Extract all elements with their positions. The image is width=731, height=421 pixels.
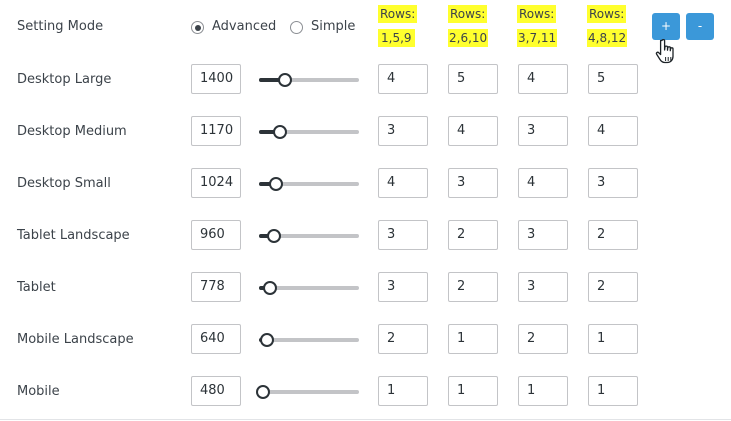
- column-header-2-rows-wrap: 2,6,10: [448, 29, 489, 47]
- column-header-3-rows-wrap: 3,7,11: [517, 29, 558, 47]
- columns-count-input[interactable]: 4: [378, 168, 428, 198]
- device-label: Desktop Small: [17, 176, 111, 191]
- columns-count-input[interactable]: 1: [588, 324, 638, 354]
- column-header-4-title: Rows:: [587, 5, 627, 23]
- setting-mode-label: Setting Mode: [17, 19, 104, 34]
- device-label: Tablet: [17, 280, 56, 295]
- column-header-1-title: Rows:: [378, 5, 418, 23]
- breakpoint-slider-thumb[interactable]: [259, 333, 274, 347]
- columns-count-input[interactable]: 1: [588, 376, 638, 406]
- device-label: Desktop Large: [17, 72, 112, 87]
- columns-count-input[interactable]: 3: [378, 220, 428, 250]
- radio-selected-dot: [194, 24, 201, 31]
- breakpoint-slider-thumb[interactable]: [256, 385, 270, 399]
- breakpoint-width-input[interactable]: 960: [191, 220, 241, 250]
- breakpoint-slider-track[interactable]: [259, 338, 359, 342]
- device-label: Mobile: [17, 384, 60, 399]
- device-label: Mobile Landscape: [17, 332, 134, 347]
- divider: [0, 419, 731, 420]
- breakpoint-slider-thumb[interactable]: [272, 125, 287, 139]
- breakpoint-slider-thumb[interactable]: [263, 281, 278, 295]
- columns-count-input[interactable]: 4: [518, 64, 568, 94]
- breakpoint-width-input[interactable]: 1024: [191, 168, 241, 198]
- column-header-4-rows-wrap: 4,8,12: [587, 29, 628, 47]
- breakpoint-width-input[interactable]: 640: [191, 324, 241, 354]
- column-header-2: Rows:: [448, 5, 488, 23]
- columns-count-input[interactable]: 4: [448, 116, 498, 146]
- advanced-radio-label[interactable]: Advanced: [212, 19, 276, 35]
- breakpoint-slider-track[interactable]: [259, 390, 359, 394]
- columns-count-input[interactable]: 2: [448, 220, 498, 250]
- simple-radio[interactable]: [290, 21, 303, 34]
- remove-column-button[interactable]: -: [686, 13, 714, 40]
- device-label: Tablet Landscape: [17, 228, 130, 243]
- breakpoint-width-input[interactable]: 1170: [191, 116, 241, 146]
- columns-count-input[interactable]: 3: [378, 272, 428, 302]
- columns-count-input[interactable]: 2: [518, 324, 568, 354]
- columns-count-input[interactable]: 4: [518, 168, 568, 198]
- columns-count-input[interactable]: 2: [588, 220, 638, 250]
- column-header-1-rows: 1,5,9: [378, 29, 415, 47]
- columns-count-input[interactable]: 3: [518, 116, 568, 146]
- columns-count-input[interactable]: 3: [448, 168, 498, 198]
- simple-radio-label[interactable]: Simple: [311, 19, 355, 35]
- breakpoint-slider-thumb[interactable]: [267, 229, 282, 243]
- breakpoint-slider-thumb[interactable]: [269, 177, 283, 191]
- columns-count-input[interactable]: 1: [448, 324, 498, 354]
- columns-count-input[interactable]: 5: [588, 64, 638, 94]
- columns-count-input[interactable]: 3: [588, 168, 638, 198]
- columns-count-input[interactable]: 3: [378, 116, 428, 146]
- device-label: Desktop Medium: [17, 124, 127, 139]
- columns-count-input[interactable]: 5: [448, 64, 498, 94]
- column-header-2-rows: 2,6,10: [448, 29, 489, 47]
- columns-count-input[interactable]: 2: [378, 324, 428, 354]
- column-header-1-rows-wrap: 1,5,9: [378, 29, 415, 47]
- column-header-4-rows: 4,8,12: [587, 29, 628, 47]
- columns-count-input[interactable]: 1: [518, 376, 568, 406]
- column-header-3-rows: 3,7,11: [517, 29, 558, 47]
- columns-count-input[interactable]: 1: [378, 376, 428, 406]
- breakpoint-width-input[interactable]: 1400: [191, 64, 241, 94]
- breakpoint-width-input[interactable]: 480: [191, 376, 241, 406]
- hand-pointer-icon: [655, 38, 674, 64]
- advanced-radio[interactable]: [191, 21, 204, 34]
- column-header-2-title: Rows:: [448, 5, 488, 23]
- breakpoint-slider-thumb[interactable]: [278, 73, 292, 87]
- columns-count-input[interactable]: 3: [518, 272, 568, 302]
- column-header-3: Rows:: [517, 5, 557, 23]
- breakpoint-width-input[interactable]: 778: [191, 272, 241, 302]
- columns-count-input[interactable]: 3: [518, 220, 568, 250]
- columns-count-input[interactable]: 2: [588, 272, 638, 302]
- add-column-button[interactable]: +: [652, 13, 680, 40]
- column-header-3-title: Rows:: [517, 5, 557, 23]
- column-header-4: Rows:: [587, 5, 627, 23]
- columns-count-input[interactable]: 4: [378, 64, 428, 94]
- columns-count-input[interactable]: 4: [588, 116, 638, 146]
- columns-count-input[interactable]: 1: [448, 376, 498, 406]
- columns-count-input[interactable]: 2: [448, 272, 498, 302]
- column-header-1: Rows:: [378, 5, 418, 23]
